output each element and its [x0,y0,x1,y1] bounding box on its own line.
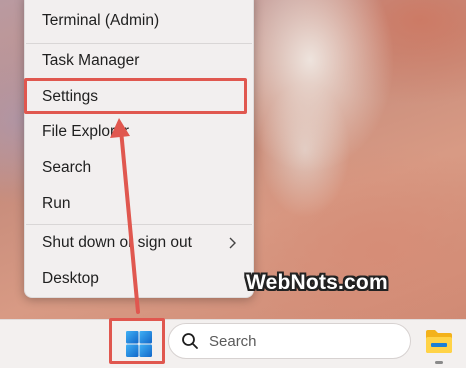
menu-separator [26,224,252,225]
settings-highlight-box [24,78,247,114]
menu-item-run[interactable]: Run [25,187,253,221]
running-indicator [435,361,443,364]
search-icon [182,333,198,349]
menu-item-search[interactable]: Search [25,151,253,185]
menu-item-desktop[interactable]: Desktop [25,262,253,296]
search-placeholder: Search [209,332,257,350]
menu-item-label: Shut down or sign out [42,234,192,251]
menu-item-shut-down[interactable]: Shut down or sign out [25,226,253,260]
menu-item-label: Desktop [42,270,99,287]
taskbar-search-box[interactable]: Search [168,323,411,359]
menu-item-label: Terminal (Admin) [42,12,160,29]
menu-item-label: Run [42,195,71,212]
menu-item-label: Search [42,159,92,176]
chevron-right-icon [229,237,236,249]
winx-context-menu: Terminal (Admin) Task Manager Settings F… [24,0,254,298]
menu-item-file-explorer[interactable]: File Explorer [25,115,253,149]
taskbar: Search [0,319,466,368]
menu-item-label: Task Manager [42,52,140,69]
start-button-highlight-box [109,318,165,364]
menu-item-task-manager[interactable]: Task Manager [25,44,253,78]
file-explorer-icon[interactable] [425,328,453,354]
menu-item-label: File Explorer [42,123,129,140]
watermark: WebNots.com [246,271,388,294]
menu-item-terminal-admin[interactable]: Terminal (Admin) [25,4,253,38]
